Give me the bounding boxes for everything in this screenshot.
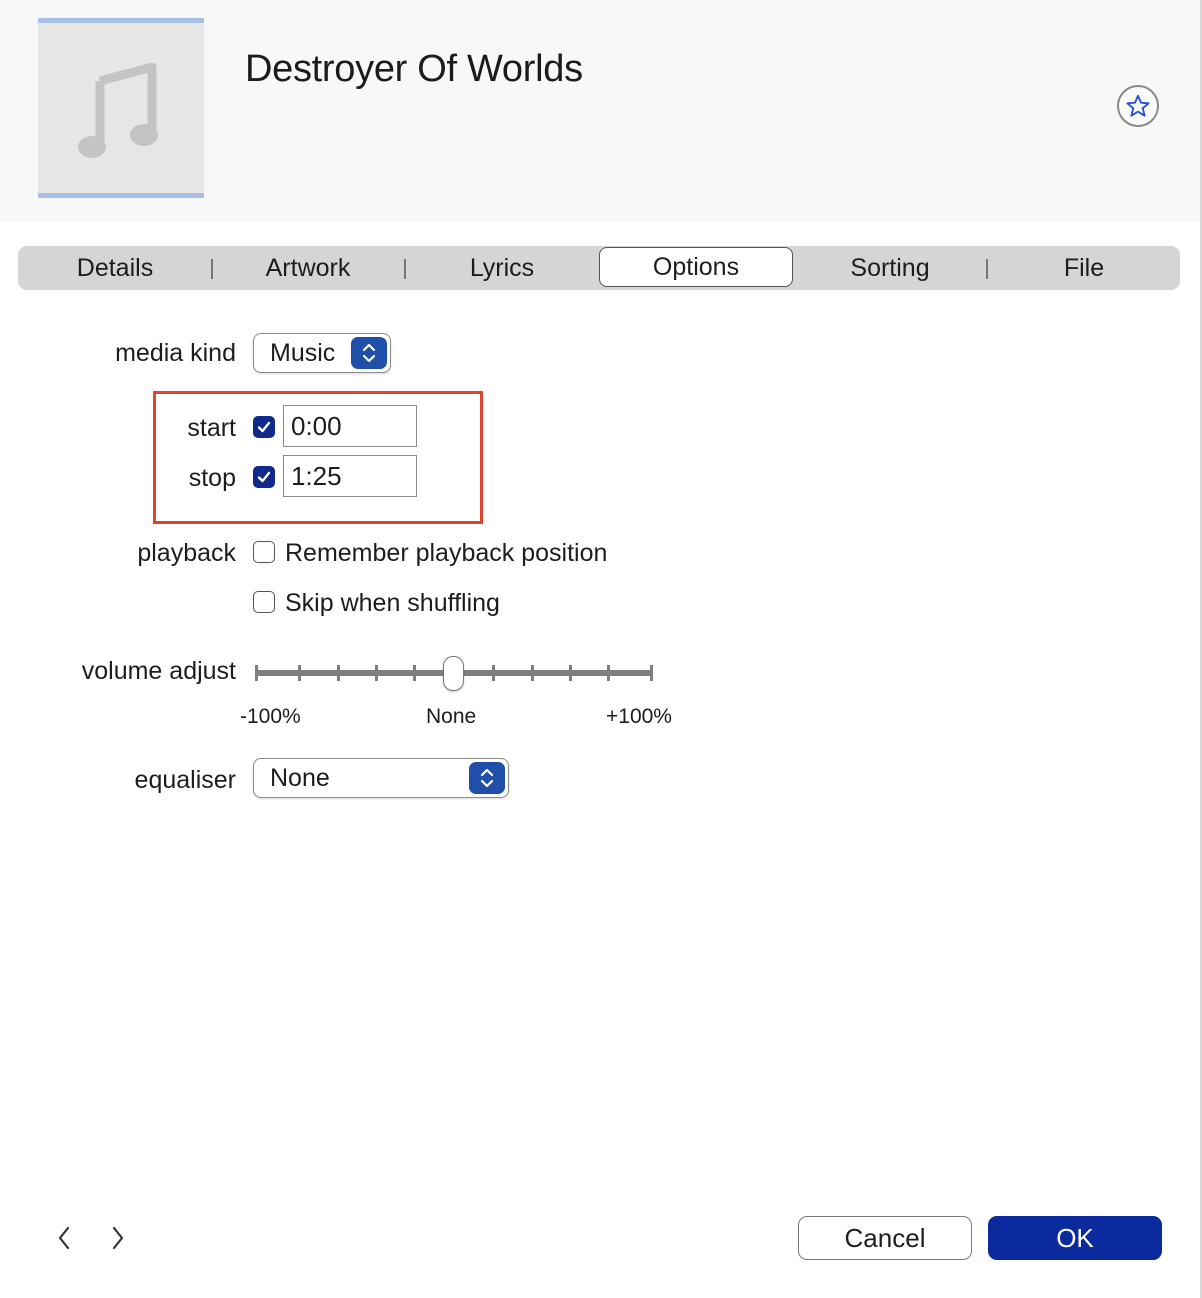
volume-adjust-label: volume adjust	[81, 657, 236, 685]
volume-min-label: -100%	[240, 705, 301, 728]
equaliser-value: None	[270, 763, 330, 792]
tab-artwork[interactable]: Artwork	[211, 246, 405, 290]
chevron-left-icon	[58, 1226, 70, 1250]
tab-lyrics[interactable]: Lyrics	[405, 246, 599, 290]
tab-sorting[interactable]: Sorting	[793, 246, 987, 290]
album-artwork[interactable]	[38, 18, 204, 198]
updown-chevron-icon	[351, 337, 387, 369]
song-title: Destroyer Of Worlds	[245, 48, 583, 90]
skip-shuffling-checkbox[interactable]	[253, 591, 275, 613]
tab-bar: Details Artwork Lyrics Options Sorting F…	[18, 246, 1180, 290]
media-kind-label: media kind	[115, 339, 236, 367]
start-label: start	[187, 414, 236, 442]
tab-file[interactable]: File	[987, 246, 1181, 290]
slider-tick	[531, 665, 534, 681]
song-info-dialog: Destroyer Of Worlds Details Artwork Lyri…	[0, 0, 1202, 1298]
ok-button[interactable]: OK	[988, 1216, 1162, 1260]
stop-label: stop	[188, 464, 236, 492]
slider-tick	[650, 665, 653, 681]
updown-chevron-icon	[469, 762, 505, 794]
slider-tick	[492, 665, 495, 681]
love-button[interactable]	[1117, 85, 1159, 127]
chevron-right-icon	[112, 1226, 124, 1250]
equaliser-label: equaliser	[134, 766, 236, 794]
slider-tick	[569, 665, 572, 681]
tab-options[interactable]: Options	[599, 247, 793, 287]
remember-position-checkbox[interactable]	[253, 541, 275, 563]
remember-position-label[interactable]: Remember playback position	[285, 539, 607, 568]
checkmark-icon	[257, 421, 271, 433]
equaliser-select[interactable]: None	[253, 758, 509, 798]
start-time-field[interactable]: 0:00	[283, 405, 417, 447]
checkmark-icon	[257, 471, 271, 483]
slider-tick	[337, 665, 340, 681]
volume-slider-thumb[interactable]	[443, 656, 464, 691]
volume-mid-label: None	[426, 705, 477, 728]
header: Destroyer Of Worlds	[0, 0, 1200, 222]
media-kind-select[interactable]: Music	[253, 333, 391, 373]
cancel-button[interactable]: Cancel	[798, 1216, 972, 1260]
slider-tick	[413, 665, 416, 681]
media-kind-value: Music	[270, 338, 336, 367]
stop-checkbox[interactable]	[253, 466, 275, 488]
slider-tick	[255, 665, 258, 681]
volume-max-label: +100%	[606, 705, 672, 728]
playback-label: playback	[137, 539, 236, 567]
slider-tick	[375, 665, 378, 681]
start-checkbox[interactable]	[253, 416, 275, 438]
previous-button[interactable]	[51, 1224, 77, 1252]
stop-time-field[interactable]: 1:25	[283, 455, 417, 497]
skip-shuffling-label[interactable]: Skip when shuffling	[285, 589, 500, 618]
music-note-icon	[78, 63, 158, 158]
star-icon	[1126, 94, 1150, 117]
slider-tick	[607, 665, 610, 681]
slider-tick	[298, 665, 301, 681]
next-button[interactable]	[105, 1224, 131, 1252]
tab-details[interactable]: Details	[18, 246, 212, 290]
